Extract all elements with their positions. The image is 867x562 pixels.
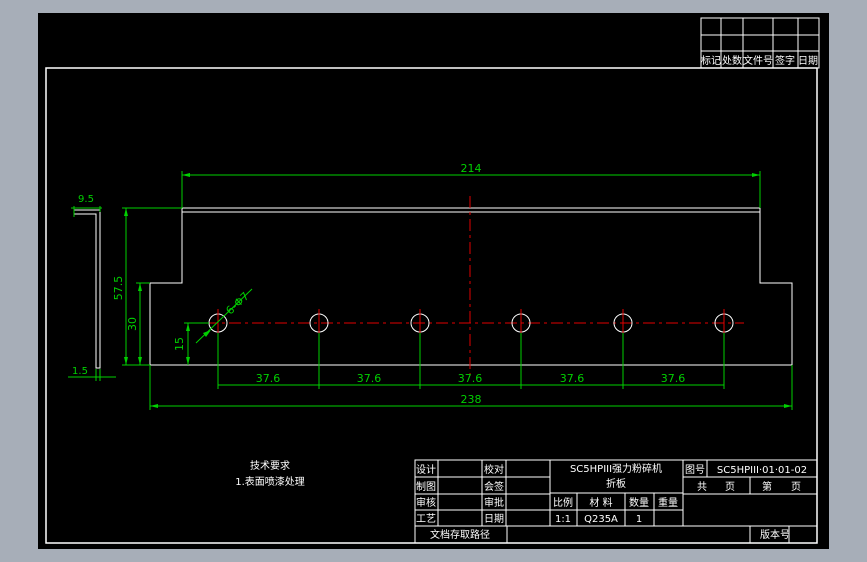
center-lines <box>206 196 744 379</box>
tb-check: 校对 <box>484 463 504 476</box>
dim-thickness: 1.5 <box>72 366 88 377</box>
tb-countersign: 会签 <box>484 480 504 493</box>
tb-drawing-no-label: 图号 <box>685 464 705 476</box>
dim-spacing-2: 37.6 <box>357 372 382 385</box>
tb-approve: 审批 <box>484 496 504 509</box>
dim-flange: 9.5 <box>78 194 94 205</box>
rev-header-count: 处数 <box>722 54 742 67</box>
side-view-dimensions <box>68 206 116 381</box>
tb-path: 文档存取路径 <box>430 528 490 541</box>
revision-headers: 标记 处数 文件号 签字 日期 <box>701 54 818 67</box>
tb-review: 审核 <box>416 496 436 509</box>
tech-requirements-heading: 技术要求 <box>250 459 290 472</box>
tb-quantity: 数量 <box>629 496 649 509</box>
dim-spacing-4: 37.6 <box>560 372 585 385</box>
dim-spacing-3: 37.6 <box>458 372 483 385</box>
technical-drawing: 标记 处数 文件号 签字 日期 9.5 1.5 214 238 37.6 37.… <box>45 17 820 544</box>
tb-material-value: Q235A <box>584 514 618 525</box>
dim-total-length: 238 <box>461 393 482 406</box>
tb-draw: 制图 <box>416 480 436 493</box>
rev-header-sign: 签字 <box>775 54 795 67</box>
tb-total: 共 <box>697 481 707 493</box>
rev-header-file: 文件号 <box>743 54 773 67</box>
tb-design: 设计 <box>416 463 436 476</box>
dim-height-step: 30 <box>126 317 139 331</box>
rev-header-mark: 标记 <box>701 55 721 67</box>
tb-weight: 重量 <box>658 496 678 509</box>
title-block-labels: 设计 校对 制图 会签 审核 审批 工艺 日期 SC5HPIII强力粉碎机 折板… <box>416 462 807 541</box>
dim-hole-height: 15 <box>173 337 186 351</box>
side-view <box>73 209 101 369</box>
cad-viewport[interactable]: 标记 处数 文件号 签字 日期 9.5 1.5 214 238 37.6 37.… <box>38 13 829 549</box>
tech-requirements-item: 1.表面喷漆处理 <box>235 475 305 488</box>
tb-part-name: 折板 <box>606 477 626 490</box>
dim-height-total: 57.5 <box>112 276 125 301</box>
tb-version: 版本号 <box>760 528 790 541</box>
dim-top-length: 214 <box>461 162 482 175</box>
tb-sheet: 第 <box>762 480 772 493</box>
tb-sheet-page: 页 <box>791 481 801 493</box>
tb-scale-value: 1:1 <box>555 514 571 525</box>
dimension-labels: 214 238 37.6 37.6 37.6 37.6 37.6 57.5 30… <box>112 162 685 406</box>
tb-date: 日期 <box>484 513 504 525</box>
front-view-outline <box>149 207 793 366</box>
tb-drawing-number: SC5HPIII·01·01-02 <box>717 465 807 476</box>
tb-quantity-value: 1 <box>636 514 642 525</box>
tb-total-page: 页 <box>725 481 735 493</box>
dim-spacing-5: 37.6 <box>661 372 686 385</box>
rev-header-date: 日期 <box>798 55 818 67</box>
tb-material: 材 料 <box>589 496 612 509</box>
dim-spacing-1: 37.6 <box>256 372 281 385</box>
tb-scale: 比例 <box>553 496 573 509</box>
tb-process: 工艺 <box>416 513 436 525</box>
tb-product-name: SC5HPIII强力粉碎机 <box>570 462 662 475</box>
